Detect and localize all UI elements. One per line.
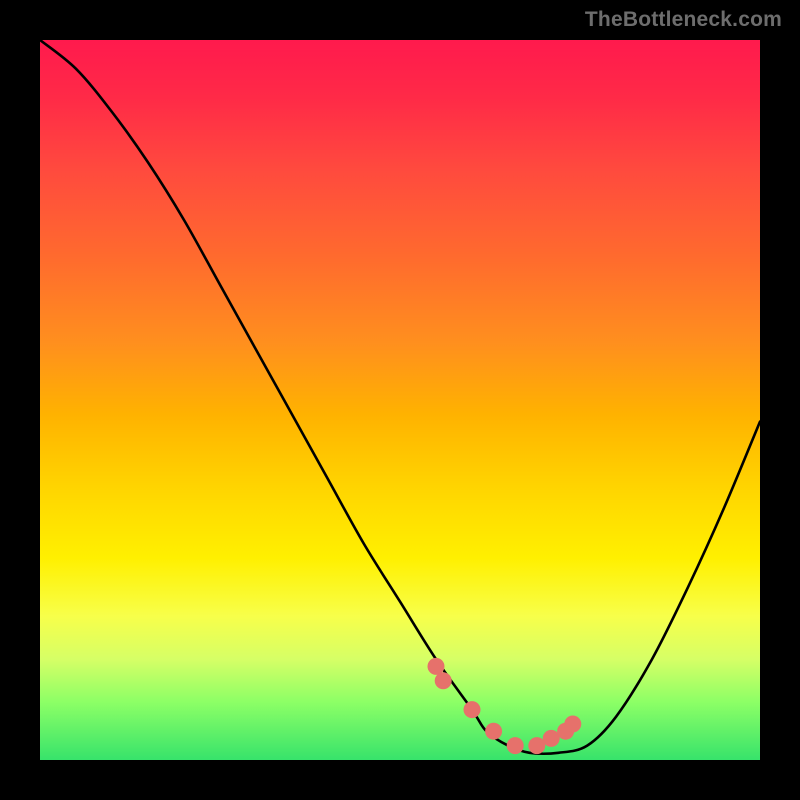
watermark-text: TheBottleneck.com [585,8,782,32]
highlight-dot [507,737,524,754]
highlight-dot [528,737,545,754]
highlight-dot [428,658,445,675]
plot-area [40,40,760,760]
highlight-dot [485,723,502,740]
bottleneck-curve [40,40,760,760]
highlight-dot [564,716,581,733]
curve-path [40,40,760,754]
highlight-dots [428,658,582,754]
chart-frame: TheBottleneck.com [0,0,800,800]
highlight-dot [543,730,560,747]
highlight-dot [435,672,452,689]
highlight-dot [464,701,481,718]
